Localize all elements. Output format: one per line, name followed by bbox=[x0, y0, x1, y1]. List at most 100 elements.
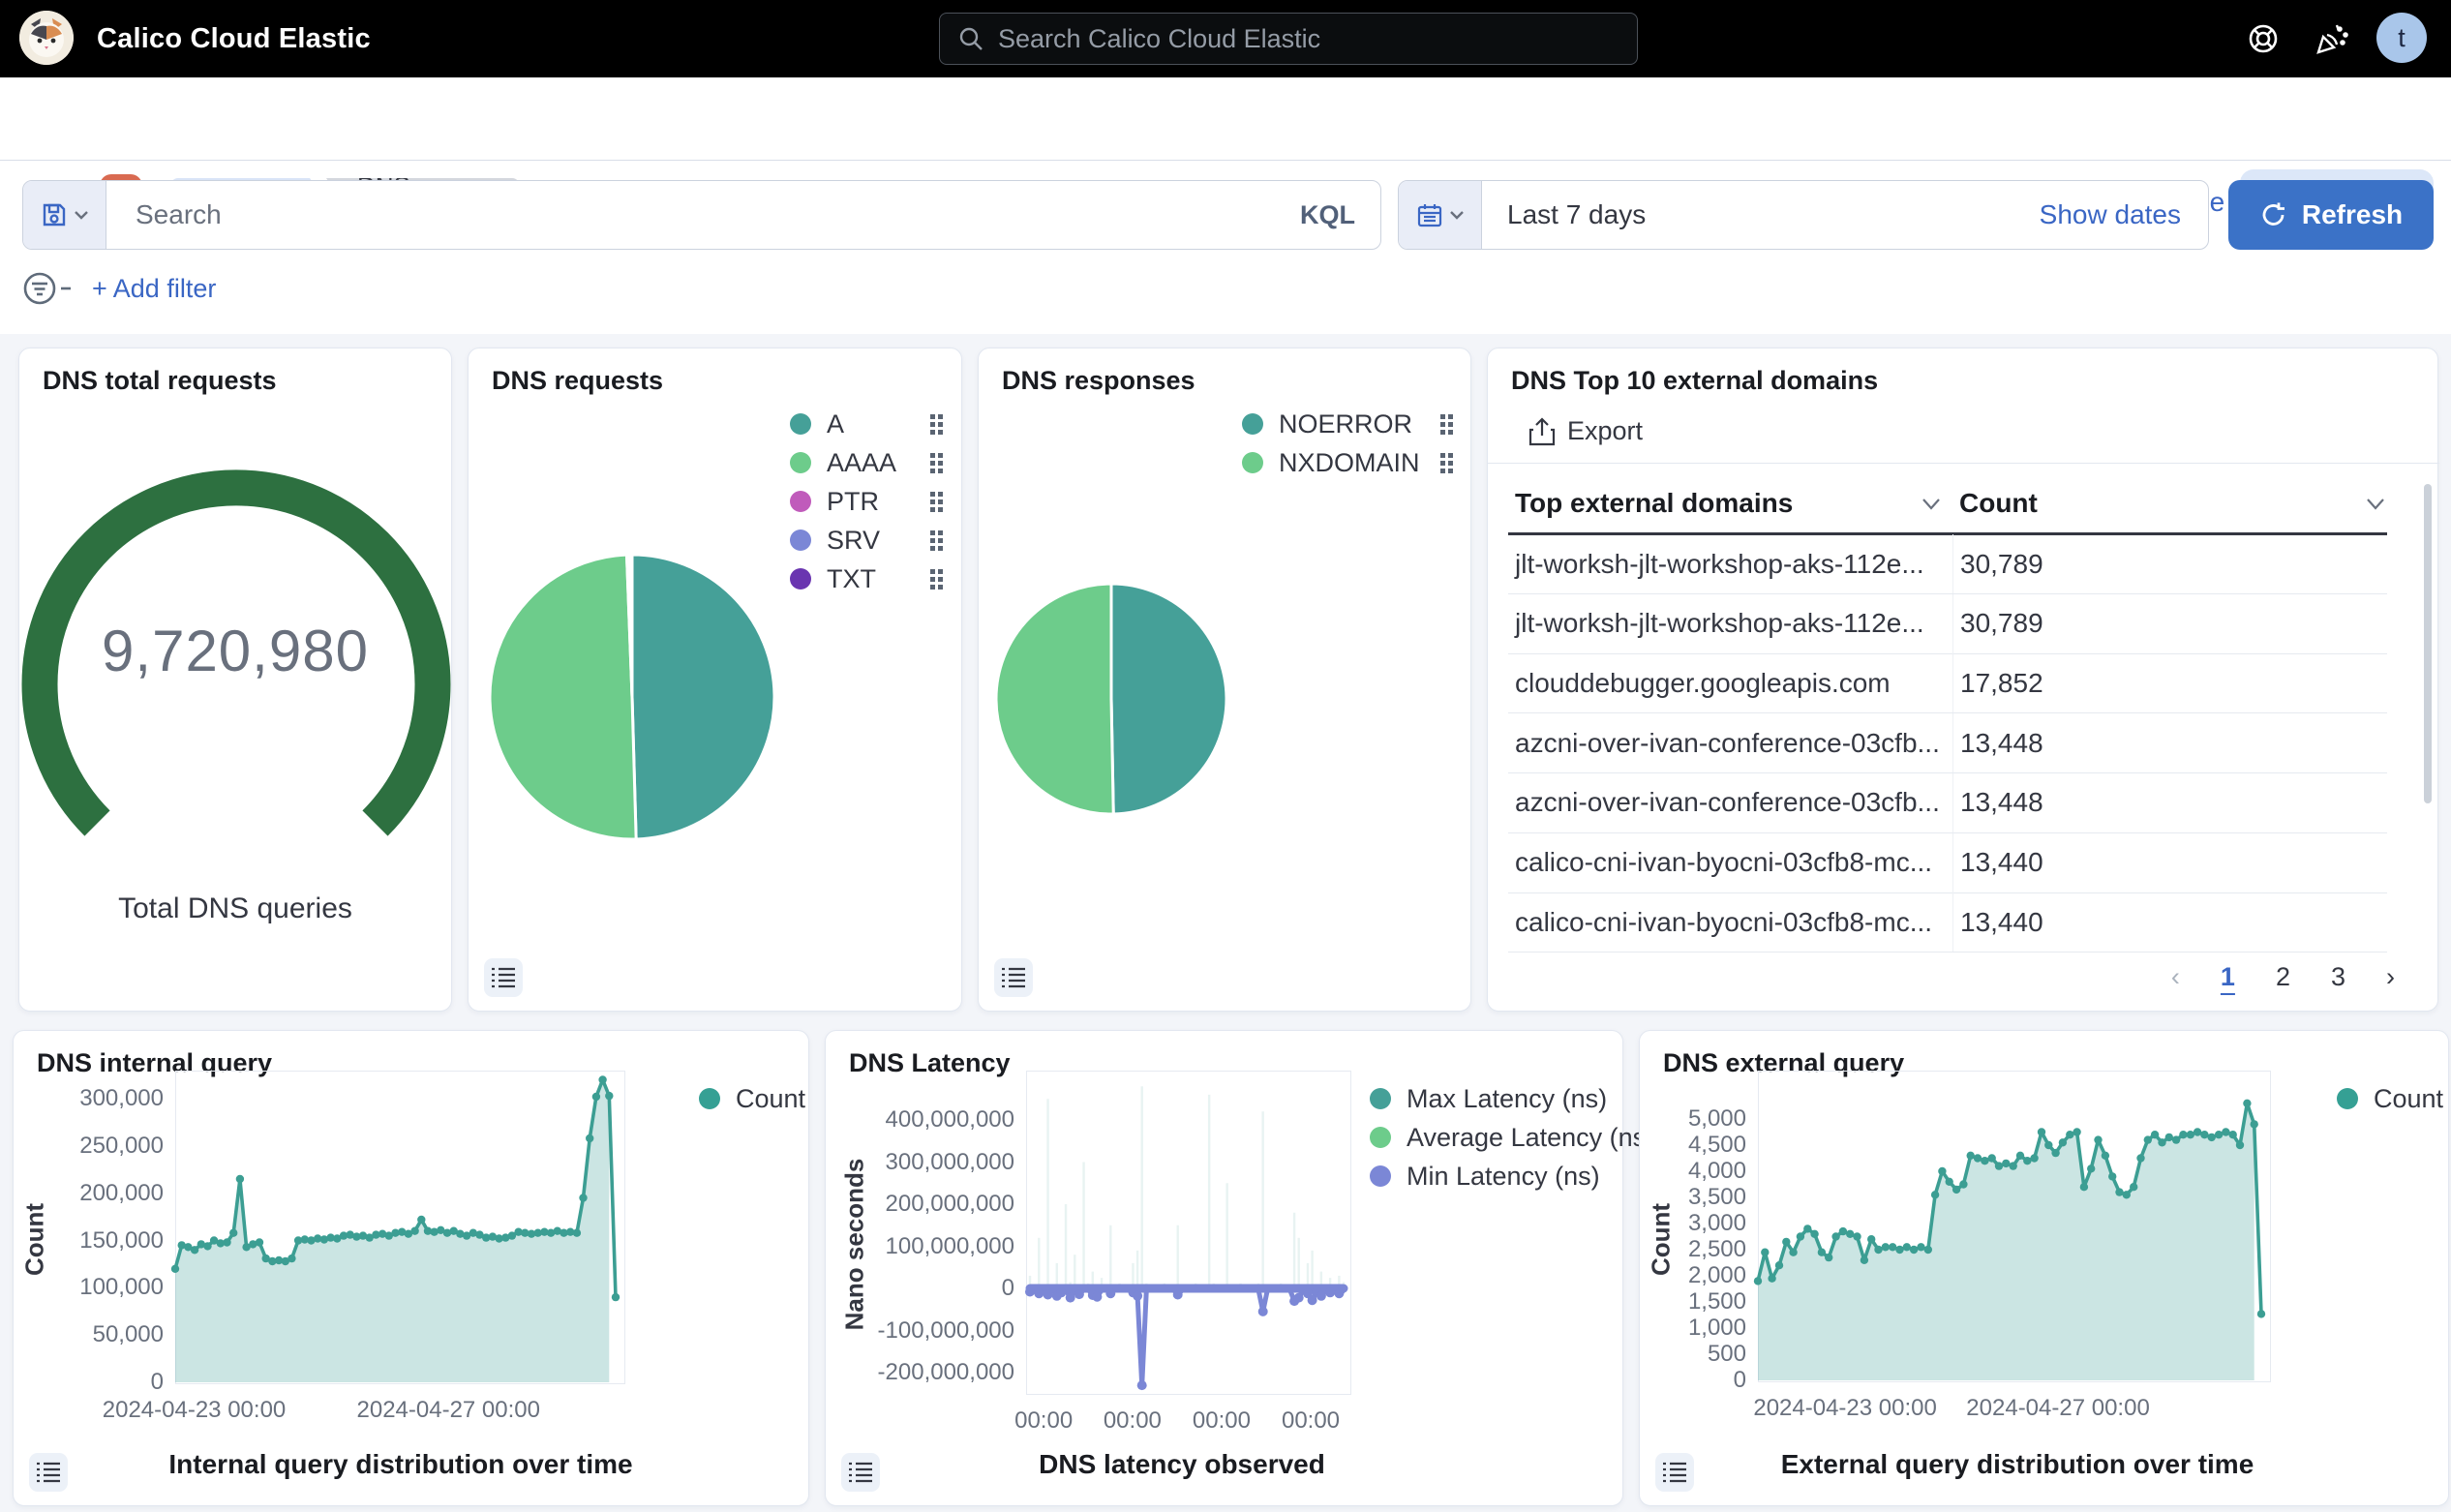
legend: NOERROR NXDOMAIN bbox=[1242, 405, 1453, 482]
legend-actions-icon[interactable] bbox=[930, 569, 943, 590]
panel-dns-internal-query: DNS internal query Count 050,000100,0001… bbox=[13, 1030, 809, 1506]
legend-actions-icon[interactable] bbox=[1440, 414, 1453, 435]
legend-item-AAAA[interactable]: AAAA bbox=[790, 443, 943, 482]
date-quick-menu-button[interactable] bbox=[1399, 181, 1482, 249]
y-tick-label: 400,000,000 bbox=[860, 1106, 1014, 1134]
table-row[interactable]: jlt-worksh-jlt-workshop-aks-112e...30,78… bbox=[1508, 534, 2387, 594]
legend-label: Min Latency (ns) bbox=[1407, 1162, 1600, 1192]
legend-item-A[interactable]: A bbox=[790, 405, 943, 443]
query-input[interactable]: Search bbox=[136, 199, 1300, 230]
table-row[interactable]: clouddebugger.googleapis.com17,852 bbox=[1508, 653, 2387, 713]
x-tick-label: 2024-04-27 00:00 bbox=[357, 1397, 541, 1424]
legend-item-TXT[interactable]: TXT bbox=[790, 559, 943, 598]
legend-actions-icon[interactable] bbox=[1440, 453, 1453, 473]
column-header-domains[interactable]: Top external domains bbox=[1515, 474, 1941, 532]
cell-domain: calico-cni-ivan-byocni-03cfb8-mc... bbox=[1508, 907, 1952, 938]
legend-label: NXDOMAIN bbox=[1279, 448, 1420, 478]
table-row[interactable]: azcni-over-ivan-conference-03cfb...13,44… bbox=[1508, 773, 2387, 833]
table-row[interactable]: jlt-worksh-jlt-workshop-aks-112e...30,78… bbox=[1508, 594, 2387, 654]
kql-selector[interactable]: KQL bbox=[1300, 200, 1355, 230]
legend-item-Count[interactable]: Count bbox=[699, 1079, 805, 1118]
legend-label: Max Latency (ns) bbox=[1407, 1084, 1607, 1114]
x-tick-label: 2024-04-23 00:00 bbox=[1753, 1395, 1937, 1422]
legend-item-Count[interactable]: Count bbox=[2337, 1079, 2443, 1118]
legend: Count bbox=[699, 1079, 805, 1118]
legend-item-NOERROR[interactable]: NOERROR bbox=[1242, 405, 1453, 443]
dns-requests-pie[interactable] bbox=[487, 552, 777, 842]
internal-query-chart[interactable] bbox=[175, 1071, 625, 1384]
refresh-button[interactable]: Refresh bbox=[2228, 180, 2434, 250]
y-tick-label: 100,000 bbox=[9, 1274, 164, 1301]
pagination-page-3[interactable]: 3 bbox=[2323, 958, 2353, 996]
panel-list-button[interactable] bbox=[29, 1453, 68, 1492]
search-icon bbox=[957, 25, 984, 52]
chevron-down-icon bbox=[74, 209, 89, 221]
user-avatar[interactable]: t bbox=[2376, 13, 2427, 63]
help-icon[interactable] bbox=[2242, 17, 2285, 60]
y-tick-label: -200,000,000 bbox=[860, 1359, 1014, 1386]
legend-dot bbox=[790, 452, 811, 473]
legend-dot bbox=[790, 529, 811, 551]
panel-title: DNS responses bbox=[1002, 366, 1195, 396]
legend-dot bbox=[2337, 1088, 2358, 1109]
y-tick-label: 0 bbox=[1591, 1367, 1746, 1394]
x-tick-label: 2024-04-23 00:00 bbox=[103, 1397, 287, 1424]
saved-query-menu-button[interactable] bbox=[23, 181, 106, 249]
add-filter-row: + Add filter bbox=[22, 269, 216, 308]
legend-item-NXDOMAIN[interactable]: NXDOMAIN bbox=[1242, 443, 1453, 482]
pie-slice-NXDOMAIN[interactable] bbox=[996, 584, 1113, 814]
table-pagination: ‹ 123 › bbox=[2164, 958, 2403, 996]
legend-item-SRV[interactable]: SRV bbox=[790, 521, 943, 559]
legend-actions-icon[interactable] bbox=[930, 530, 943, 551]
legend-item-PTR[interactable]: PTR bbox=[790, 482, 943, 521]
x-tick-label: 00:00 bbox=[1282, 1407, 1340, 1435]
dns-dashboard-page: Calico Cloud Elastic Search Calico Cloud… bbox=[0, 0, 2451, 1512]
latency-chart[interactable] bbox=[1026, 1071, 1351, 1395]
legend-actions-icon[interactable] bbox=[930, 414, 943, 435]
legend-actions-icon[interactable] bbox=[930, 453, 943, 473]
gauge-value: 9,720,980 bbox=[19, 618, 451, 684]
pagination-prev[interactable]: ‹ bbox=[2164, 958, 2188, 996]
y-tick-label: 4,500 bbox=[1591, 1132, 1746, 1159]
calico-logo-icon[interactable] bbox=[19, 11, 74, 65]
y-tick-label: 200,000,000 bbox=[860, 1191, 1014, 1218]
global-search-input[interactable]: Search Calico Cloud Elastic bbox=[939, 13, 1638, 65]
news-party-popper-icon[interactable] bbox=[2312, 17, 2354, 60]
export-icon bbox=[1528, 417, 1556, 446]
panel-list-button[interactable] bbox=[1655, 1453, 1694, 1492]
cell-domain: azcni-over-ivan-conference-03cfb... bbox=[1508, 787, 1952, 818]
dns-responses-pie[interactable] bbox=[993, 581, 1229, 817]
cell-domain: calico-cni-ivan-byocni-03cfb8-mc... bbox=[1508, 847, 1952, 878]
pagination-next[interactable]: › bbox=[2378, 958, 2403, 996]
filter-icon bbox=[22, 270, 78, 307]
legend-dot bbox=[790, 568, 811, 590]
panel-title: DNS Latency bbox=[849, 1048, 1011, 1078]
panel-list-button[interactable] bbox=[484, 958, 523, 997]
external-query-chart[interactable] bbox=[1758, 1071, 2271, 1382]
pie-slice-AAAA[interactable] bbox=[490, 555, 636, 839]
cell-count: 30,789 bbox=[1952, 534, 2043, 593]
column-header-count[interactable]: Count bbox=[1959, 474, 2385, 532]
time-range-value[interactable]: Last 7 days bbox=[1507, 199, 2040, 230]
add-filter-button[interactable]: + Add filter bbox=[92, 274, 216, 304]
panel-title: DNS requests bbox=[492, 366, 663, 396]
pagination-page-1[interactable]: 1 bbox=[2213, 958, 2243, 996]
panel-list-button[interactable] bbox=[841, 1453, 880, 1492]
panel-list-button[interactable] bbox=[994, 958, 1033, 997]
legend-label: PTR bbox=[827, 487, 879, 517]
legend-actions-icon[interactable] bbox=[930, 492, 943, 512]
pie-slice-NOERROR[interactable] bbox=[1111, 584, 1226, 814]
pie-slice-TXT[interactable] bbox=[631, 555, 632, 697]
table-row[interactable]: azcni-over-ivan-conference-03cfb...13,44… bbox=[1508, 713, 2387, 773]
pagination-page-2[interactable]: 2 bbox=[2268, 958, 2298, 996]
pie-slice-A[interactable] bbox=[632, 555, 774, 839]
y-tick-label: 3,000 bbox=[1591, 1210, 1746, 1237]
panel-dns-external-query: DNS external query Count 05001,0001,5002… bbox=[1639, 1030, 2449, 1506]
table-scrollbar[interactable] bbox=[2424, 484, 2432, 803]
show-dates-button[interactable]: Show dates bbox=[2040, 199, 2181, 230]
table-row[interactable]: calico-cni-ivan-byocni-03cfb8-mc...13,44… bbox=[1508, 833, 2387, 893]
table-row[interactable]: calico-cni-ivan-byocni-03cfb8-mc...13,44… bbox=[1508, 892, 2387, 953]
export-button[interactable]: Export bbox=[1528, 416, 1643, 446]
x-axis-title: Internal query distribution over time bbox=[168, 1449, 632, 1480]
legend-dot bbox=[1242, 413, 1263, 435]
